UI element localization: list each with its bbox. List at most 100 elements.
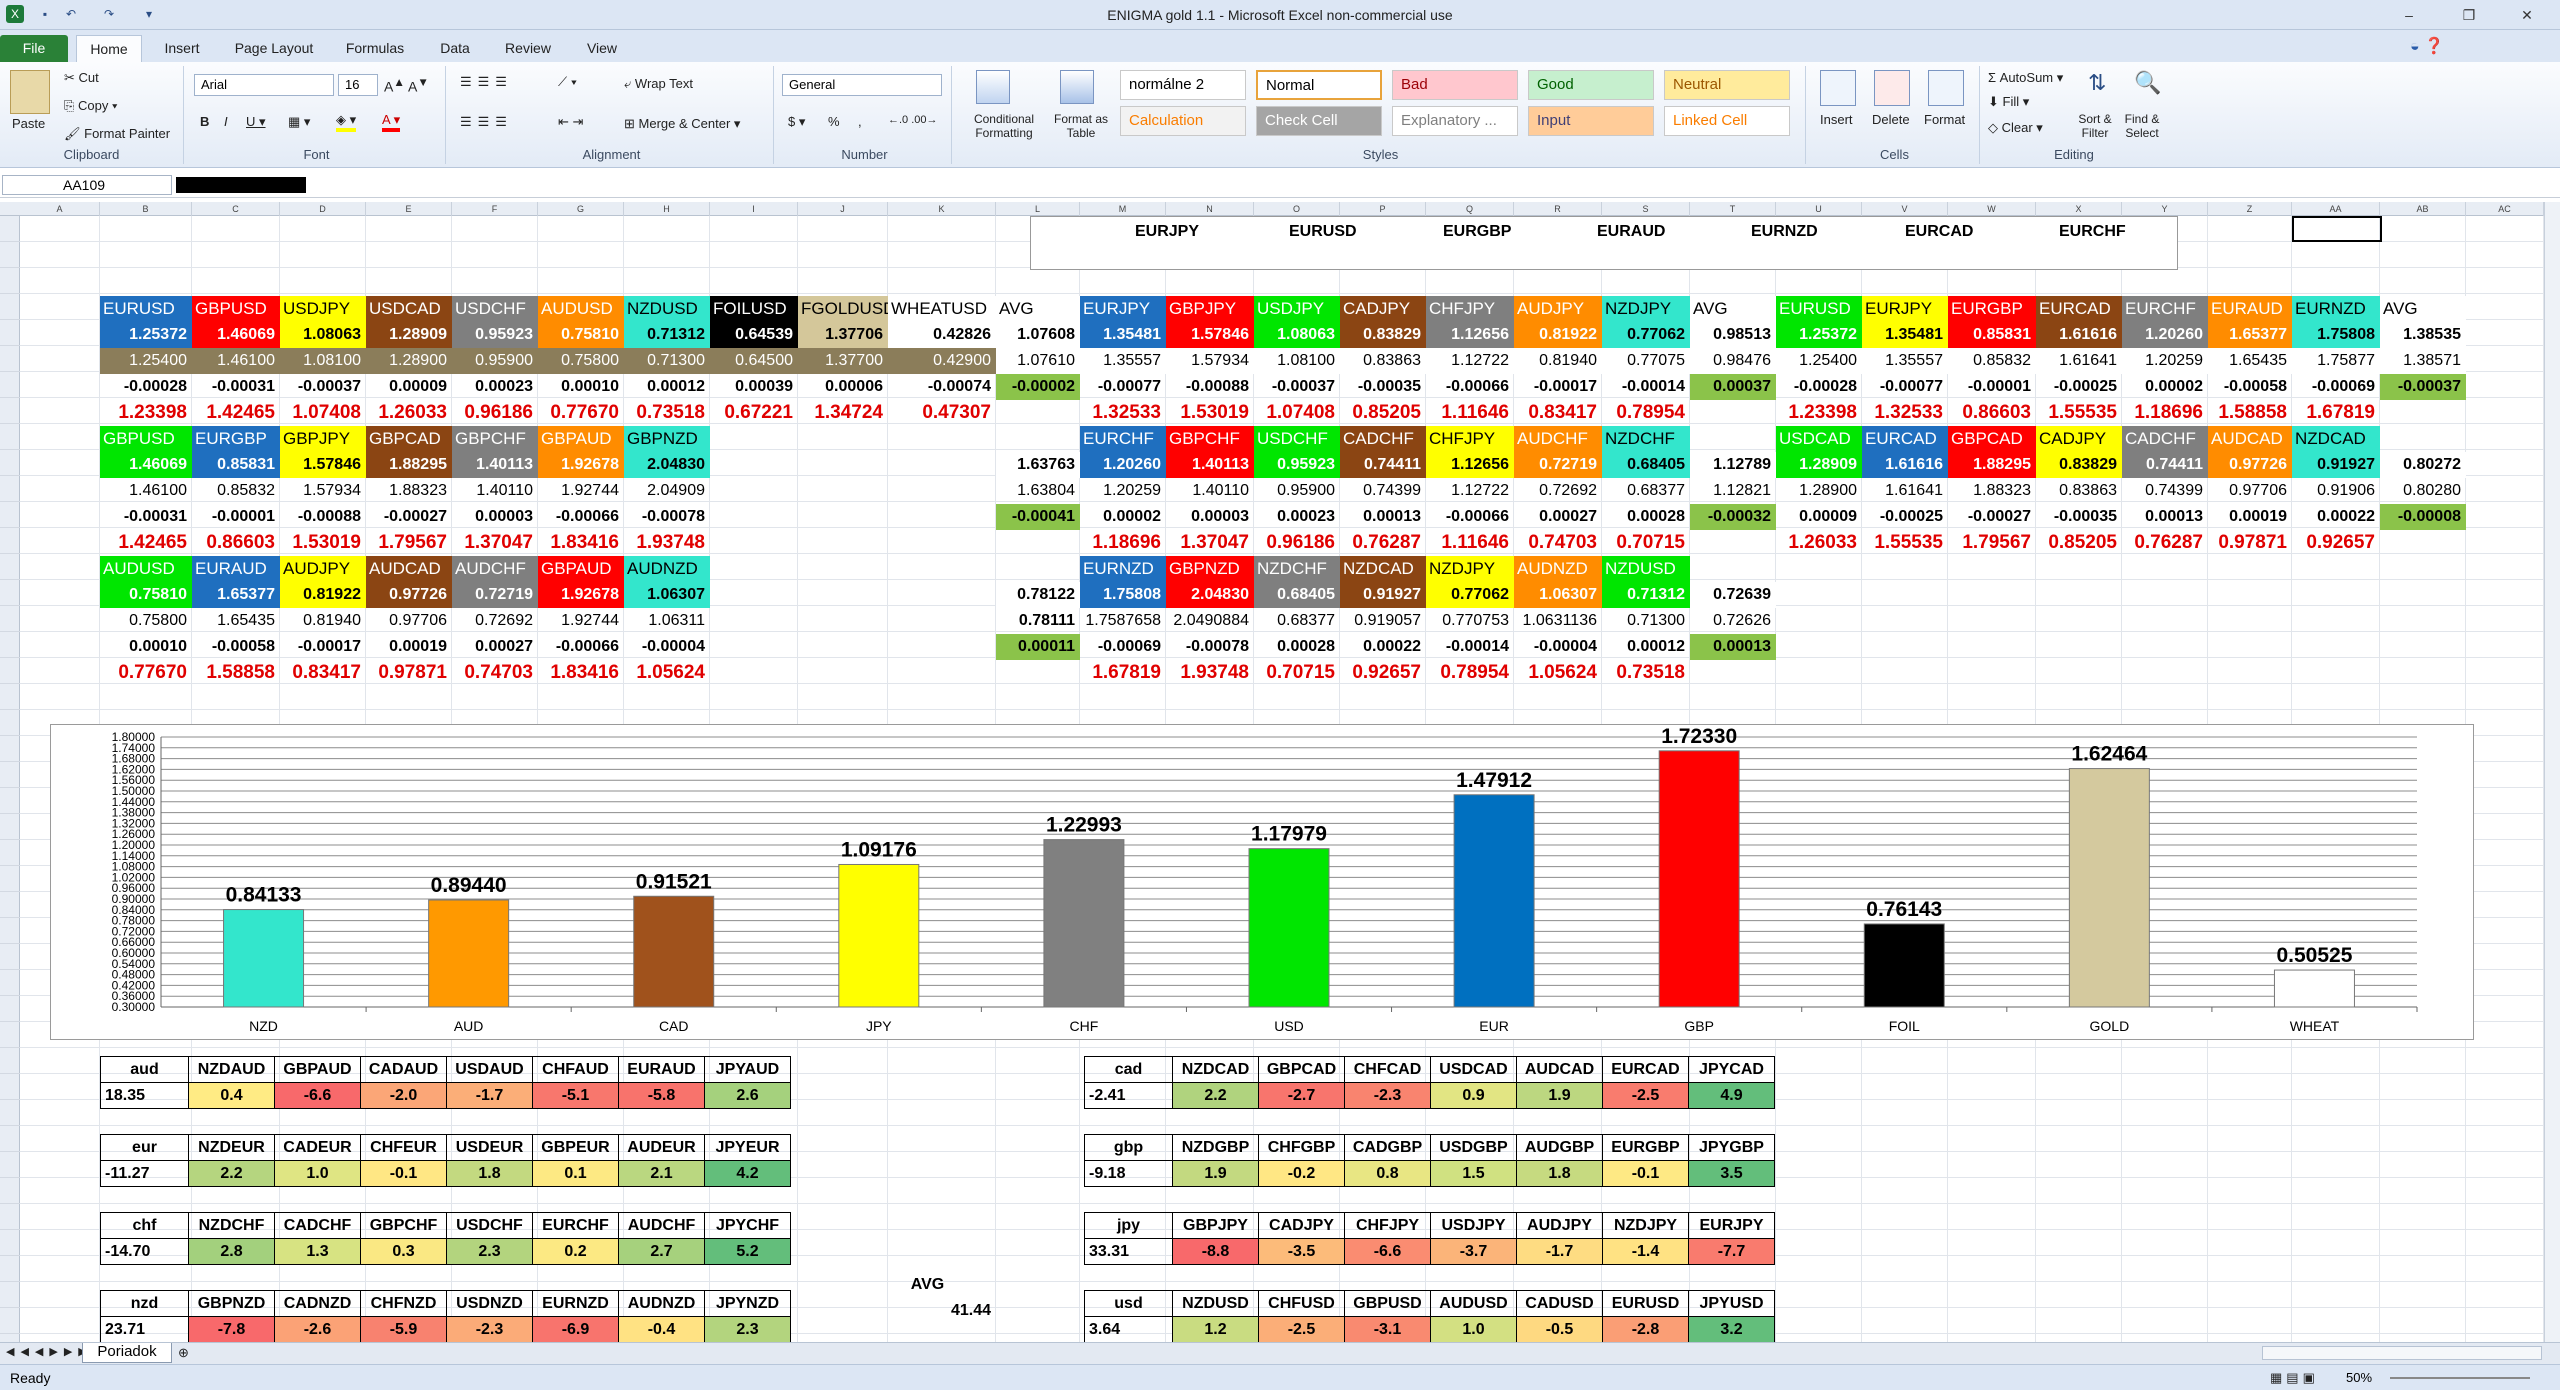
pair-cell[interactable]: JPYUSD [1688, 1290, 1775, 1317]
autosum-button[interactable]: Σ AutoSum ▾ [1988, 70, 2063, 86]
pair-value[interactable]: -5.8 [618, 1082, 705, 1109]
value-cell[interactable]: -0.00025 [2036, 374, 2122, 400]
currency-strength-chart[interactable]: 0.30000 0.36000 0.42000 0.48000 0.54000 0.600… [50, 724, 2474, 1040]
pair-value[interactable]: 1.2 [1172, 1316, 1259, 1343]
row-header[interactable] [0, 320, 20, 346]
pair-cell[interactable]: CADJPY [1258, 1212, 1345, 1239]
italic-button[interactable]: I [224, 114, 228, 129]
column-header[interactable]: AB [2380, 202, 2466, 216]
value-cell[interactable]: 0.83417 [1514, 400, 1602, 426]
value-cell[interactable]: 1.88295 [1948, 452, 2036, 478]
row-header[interactable] [0, 762, 20, 788]
pair-value[interactable]: -6.6 [274, 1082, 361, 1109]
value-cell[interactable]: 0.00028 [1254, 634, 1340, 660]
value-cell[interactable]: 1.46100 [100, 478, 192, 504]
pair-header-cell[interactable]: EURUSD [100, 296, 192, 322]
value-cell[interactable]: 0.64500 [710, 348, 798, 374]
value-cell[interactable]: 1.25400 [100, 348, 192, 374]
value-cell[interactable]: 0.00019 [2208, 504, 2292, 530]
comma-style-icon[interactable]: , [858, 114, 862, 129]
value-cell[interactable]: 0.73518 [1602, 660, 1690, 686]
value-cell[interactable]: 0.96186 [452, 400, 538, 426]
row-header[interactable] [0, 814, 20, 840]
pair-cell[interactable]: EURCHF [532, 1212, 619, 1239]
value-cell[interactable]: -0.00032 [1690, 504, 1776, 530]
value-cell[interactable]: 0.00037 [1690, 374, 1776, 400]
pair-cell[interactable]: AUDCHF [618, 1212, 705, 1239]
pair-header-cell[interactable]: AUDNZD [624, 556, 710, 582]
pair-value[interactable]: 2.2 [188, 1160, 275, 1187]
value-cell[interactable]: 0.81940 [1514, 348, 1602, 374]
pair-value[interactable]: -5.1 [532, 1082, 619, 1109]
value-cell[interactable]: 1.37700 [798, 348, 888, 374]
value-cell[interactable]: 1.75808 [2292, 322, 2380, 348]
pair-value[interactable]: 1.9 [1516, 1082, 1603, 1109]
view-buttons[interactable]: ▦▤▣ [2270, 1370, 2319, 1386]
value-cell[interactable]: 1.88295 [366, 452, 452, 478]
value-cell[interactable]: 0.770753 [1426, 608, 1514, 634]
cell-style-item[interactable]: Neutral [1664, 70, 1790, 100]
column-header[interactable]: P [1340, 202, 1426, 216]
value-cell[interactable]: 2.04830 [624, 452, 710, 478]
pair-header-cell[interactable]: GBPAUD [538, 426, 624, 452]
pair-cell[interactable]: NZDCHF [188, 1212, 275, 1239]
row-header[interactable] [0, 1178, 20, 1204]
value-cell[interactable]: 0.95900 [452, 348, 538, 374]
value-cell[interactable]: 1.05624 [1514, 660, 1602, 686]
pair-value[interactable]: 2.6 [704, 1082, 791, 1109]
vertical-align-icons[interactable]: ☰☰☰ [460, 74, 513, 90]
pair-header-cell[interactable]: EURCAD [2036, 296, 2122, 322]
tab-review[interactable]: Review [494, 35, 562, 62]
pair-header-cell[interactable]: AVG [2380, 296, 2466, 322]
row-header[interactable] [0, 1126, 20, 1152]
value-cell[interactable]: 0.919057 [1340, 608, 1426, 634]
pair-header-cell[interactable]: EURJPY [1080, 296, 1166, 322]
pair-header-cell[interactable]: EURCHF [2122, 296, 2208, 322]
pair-cell[interactable]: USDNZD [446, 1290, 533, 1317]
pair-cell[interactable]: AUDCAD [1516, 1056, 1603, 1083]
pair-header-cell[interactable]: FOILUSD [710, 296, 798, 322]
delete-cells-icon[interactable] [1874, 70, 1910, 106]
decimal-icons[interactable]: ←.0 .00→ [888, 114, 938, 126]
currency-head[interactable]: aud [100, 1056, 189, 1083]
pair-value[interactable]: -6.9 [532, 1316, 619, 1343]
value-cell[interactable]: 0.98513 [1690, 322, 1776, 348]
value-cell[interactable]: 0.00003 [452, 504, 538, 530]
pair-cell[interactable]: GBPJPY [1172, 1212, 1259, 1239]
column-header[interactable]: M [1080, 202, 1166, 216]
value-cell[interactable]: 0.85205 [1340, 400, 1426, 426]
value-cell[interactable]: 0.00027 [1514, 504, 1602, 530]
value-cell[interactable]: 0.71312 [624, 322, 710, 348]
zoom-level[interactable]: 50% [2346, 1370, 2372, 1385]
pair-cell[interactable]: AUDNZD [618, 1290, 705, 1317]
pair-header-cell[interactable]: EURNZD [2292, 296, 2380, 322]
cell-style-item[interactable]: Input [1528, 106, 1654, 136]
value-cell[interactable]: -0.00001 [1948, 374, 2036, 400]
pair-value[interactable]: -3.1 [1344, 1316, 1431, 1343]
row-header[interactable] [0, 450, 20, 476]
row-header[interactable] [0, 580, 20, 606]
value-cell[interactable]: 0.42900 [888, 348, 996, 374]
pair-value[interactable]: 2.2 [1172, 1082, 1259, 1109]
value-cell[interactable]: 0.00039 [710, 374, 798, 400]
row-header[interactable] [0, 216, 20, 242]
row-header[interactable] [0, 554, 20, 580]
pair-cell[interactable]: CHFCAD [1344, 1056, 1431, 1083]
value-cell[interactable]: -0.00031 [100, 504, 192, 530]
horizontal-align-icons[interactable]: ☰☰☰ [460, 114, 513, 130]
tab-insert[interactable]: Insert [150, 35, 214, 62]
pair-header-cell[interactable]: AUDUSD [538, 296, 624, 322]
value-cell[interactable]: 0.92657 [2292, 530, 2380, 556]
pair-cell[interactable]: EURNZD [532, 1290, 619, 1317]
value-cell[interactable]: 0.95923 [1254, 452, 1340, 478]
value-cell[interactable]: 0.78954 [1426, 660, 1514, 686]
selected-cell[interactable] [2292, 216, 2382, 242]
column-header[interactable]: T [1690, 202, 1776, 216]
pair-value[interactable]: 2.1 [618, 1160, 705, 1187]
pair-header-cell[interactable]: USDCHF [1254, 426, 1340, 452]
name-box[interactable]: AA109 [2, 175, 172, 195]
value-cell[interactable]: 1.38535 [2380, 322, 2466, 348]
pair-value[interactable]: -5.9 [360, 1316, 447, 1343]
merge-center-button[interactable]: ⊞ Merge & Center ▾ [624, 116, 740, 132]
value-cell[interactable]: 0.85205 [2036, 530, 2122, 556]
